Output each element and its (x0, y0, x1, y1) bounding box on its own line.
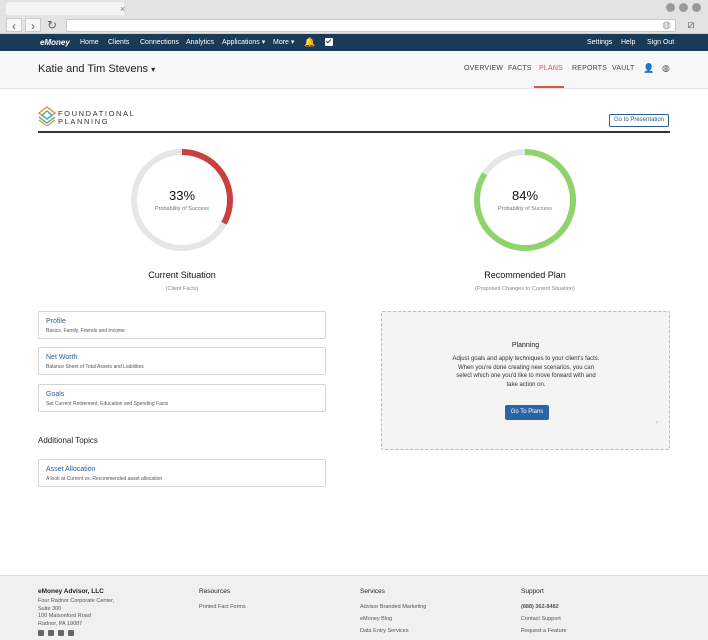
twitter-icon[interactable] (48, 630, 54, 636)
emoney-logo[interactable]: eMoney (40, 34, 70, 51)
nav-home[interactable]: Home (80, 34, 99, 51)
planning-description: Adjust goals and apply techniques to you… (452, 356, 600, 388)
footer-services: Services Advisor Branded Marketing eMone… (360, 588, 426, 637)
printed-fact-forms-link[interactable]: Printed Fact Forms (199, 601, 246, 613)
recommended-plan-subtitle: (Proposed Changes to Current Situation) (475, 286, 575, 292)
close-tab-icon[interactable]: × (120, 5, 125, 14)
browser-tab[interactable]: × (6, 2, 125, 15)
footer-company: eMoney Advisor, LLC Four Radnor Corporat… (38, 588, 114, 636)
current-situation-title: Current Situation (148, 270, 216, 280)
net-worth-card[interactable]: Net Worth Balance Sheet of Total Assets … (38, 347, 326, 375)
tab-plans[interactable]: PLANS (539, 65, 563, 72)
extension-icon[interactable]: ⧄ (684, 19, 698, 32)
card-desc: Set Current Retirement, Education and Sp… (46, 401, 169, 407)
recommended-plan-title: Recommended Plan (484, 270, 566, 280)
current-situation-subtitle: (Client Facts) (165, 286, 199, 292)
address-line: 100 Matsonford Road (38, 613, 91, 619)
current-percent: 33% (168, 188, 196, 203)
chevron-right-icon[interactable]: › (656, 420, 658, 426)
nav-help[interactable]: Help (621, 34, 635, 51)
tab-facts[interactable]: FACTS (508, 65, 532, 72)
nav-sign-out[interactable]: Sign Out (647, 34, 674, 51)
window-minimize-icon[interactable] (666, 3, 675, 12)
card-title[interactable]: Net Worth (46, 354, 77, 361)
tasks-icon[interactable] (325, 34, 333, 51)
social-links (38, 630, 114, 636)
app-navbar: eMoney Home Clients Connections Analytic… (0, 34, 708, 51)
nav-clients[interactable]: Clients (108, 34, 129, 51)
recommended-percent: 84% (511, 188, 539, 203)
title-line-2: PLANNING (58, 117, 110, 126)
youtube-icon[interactable] (68, 630, 74, 636)
footer: eMoney Advisor, LLC Four Radnor Corporat… (0, 575, 708, 640)
globe-icon: ◍ (662, 20, 671, 31)
foundational-planning-logo-icon (38, 106, 56, 126)
card-title[interactable]: Goals (46, 391, 64, 398)
chevron-down-icon: ▾ (151, 65, 156, 74)
client-header: Katie and Tim Stevens ▾ OVERVIEW FACTS P… (0, 51, 708, 89)
bell-icon[interactable]: 🔔 (304, 34, 315, 51)
card-desc: Basics, Family, Friends and Income (46, 328, 125, 334)
tab-reports[interactable]: REPORTS (572, 65, 607, 72)
client-name: Katie and Tim Stevens (38, 63, 149, 75)
address-line: Suite 300 (38, 605, 62, 612)
card-desc: A look at Current vs. Recommended asset … (46, 476, 163, 482)
asset-allocation-card[interactable]: Asset Allocation A look at Current vs. R… (38, 459, 326, 487)
planning-title: Planning (511, 342, 540, 349)
nav-applications[interactable]: Applications ▾ (222, 34, 265, 51)
header-divider (38, 131, 670, 133)
planning-panel: Planning Adjust goals and apply techniqu… (381, 311, 670, 450)
support-heading: Support (521, 588, 544, 595)
linkedin-icon[interactable] (58, 630, 64, 636)
advisor-branded-marketing-link[interactable]: Advisor Branded Marketing (360, 601, 426, 613)
card-title[interactable]: Asset Allocation (46, 466, 95, 473)
reload-icon[interactable]: ↻ (44, 18, 60, 32)
card-title[interactable]: Profile (46, 318, 66, 325)
forward-arrow-icon[interactable]: › (25, 18, 41, 33)
request-feature-link[interactable]: Request a Feature (521, 625, 567, 637)
window-close-icon[interactable] (692, 3, 701, 12)
contact-support-link[interactable]: Contact Support (521, 613, 567, 625)
resources-heading: Resources (199, 588, 231, 595)
emoney-blog-link[interactable]: eMoney Blog (360, 613, 426, 625)
go-to-presentation-button[interactable]: Go to Presentation (609, 114, 669, 127)
user-icon[interactable]: 👤 (643, 63, 654, 74)
globe-icon[interactable]: ◍ (662, 63, 670, 74)
data-entry-services-link[interactable]: Data Entry Services (360, 625, 426, 637)
services-heading: Services (360, 588, 385, 595)
facebook-icon[interactable] (38, 630, 44, 636)
support-phone[interactable]: (888) 362-8482 (521, 601, 567, 613)
footer-resources: Resources Printed Fact Forms (199, 588, 246, 613)
goals-card[interactable]: Goals Set Current Retirement, Education … (38, 384, 326, 412)
browser-chrome: × ‹ › ↻ ◍ ⧄ (0, 0, 708, 34)
card-desc: Balance Sheet of Total Assets and Liabil… (46, 364, 144, 370)
back-arrow-icon[interactable]: ‹ (6, 18, 22, 33)
foundational-planning-title: FOUNDATIONAL PLANNING (58, 110, 135, 126)
additional-topics-heading: Additional Topics (38, 436, 98, 445)
address-line: Radnor, PA 19087 (38, 620, 83, 627)
active-tab-indicator (534, 86, 564, 88)
nav-settings[interactable]: Settings (587, 34, 612, 51)
go-to-plans-button[interactable]: Go To Plans (505, 405, 549, 420)
window-maximize-icon[interactable] (679, 3, 688, 12)
address-line: Four Radnor Corporate Center, (38, 598, 115, 604)
nav-analytics[interactable]: Analytics (186, 34, 214, 51)
nav-more[interactable]: More ▾ (273, 34, 294, 51)
recommended-sub-label: Probability of Success (497, 206, 553, 212)
tab-vault[interactable]: VAULT (612, 65, 635, 72)
company-name: eMoney Advisor, LLC (38, 588, 104, 595)
footer-support: Support (888) 362-8482 Contact Support R… (521, 588, 567, 637)
nav-connections[interactable]: Connections (140, 34, 179, 51)
address-bar[interactable]: ◍ (66, 19, 676, 32)
current-sub-label: Probability of Success (154, 206, 210, 212)
profile-card[interactable]: Profile Basics, Family, Friends and Inco… (38, 311, 326, 339)
tab-overview[interactable]: OVERVIEW (464, 65, 503, 72)
client-selector[interactable]: Katie and Tim Stevens ▾ (38, 63, 155, 75)
